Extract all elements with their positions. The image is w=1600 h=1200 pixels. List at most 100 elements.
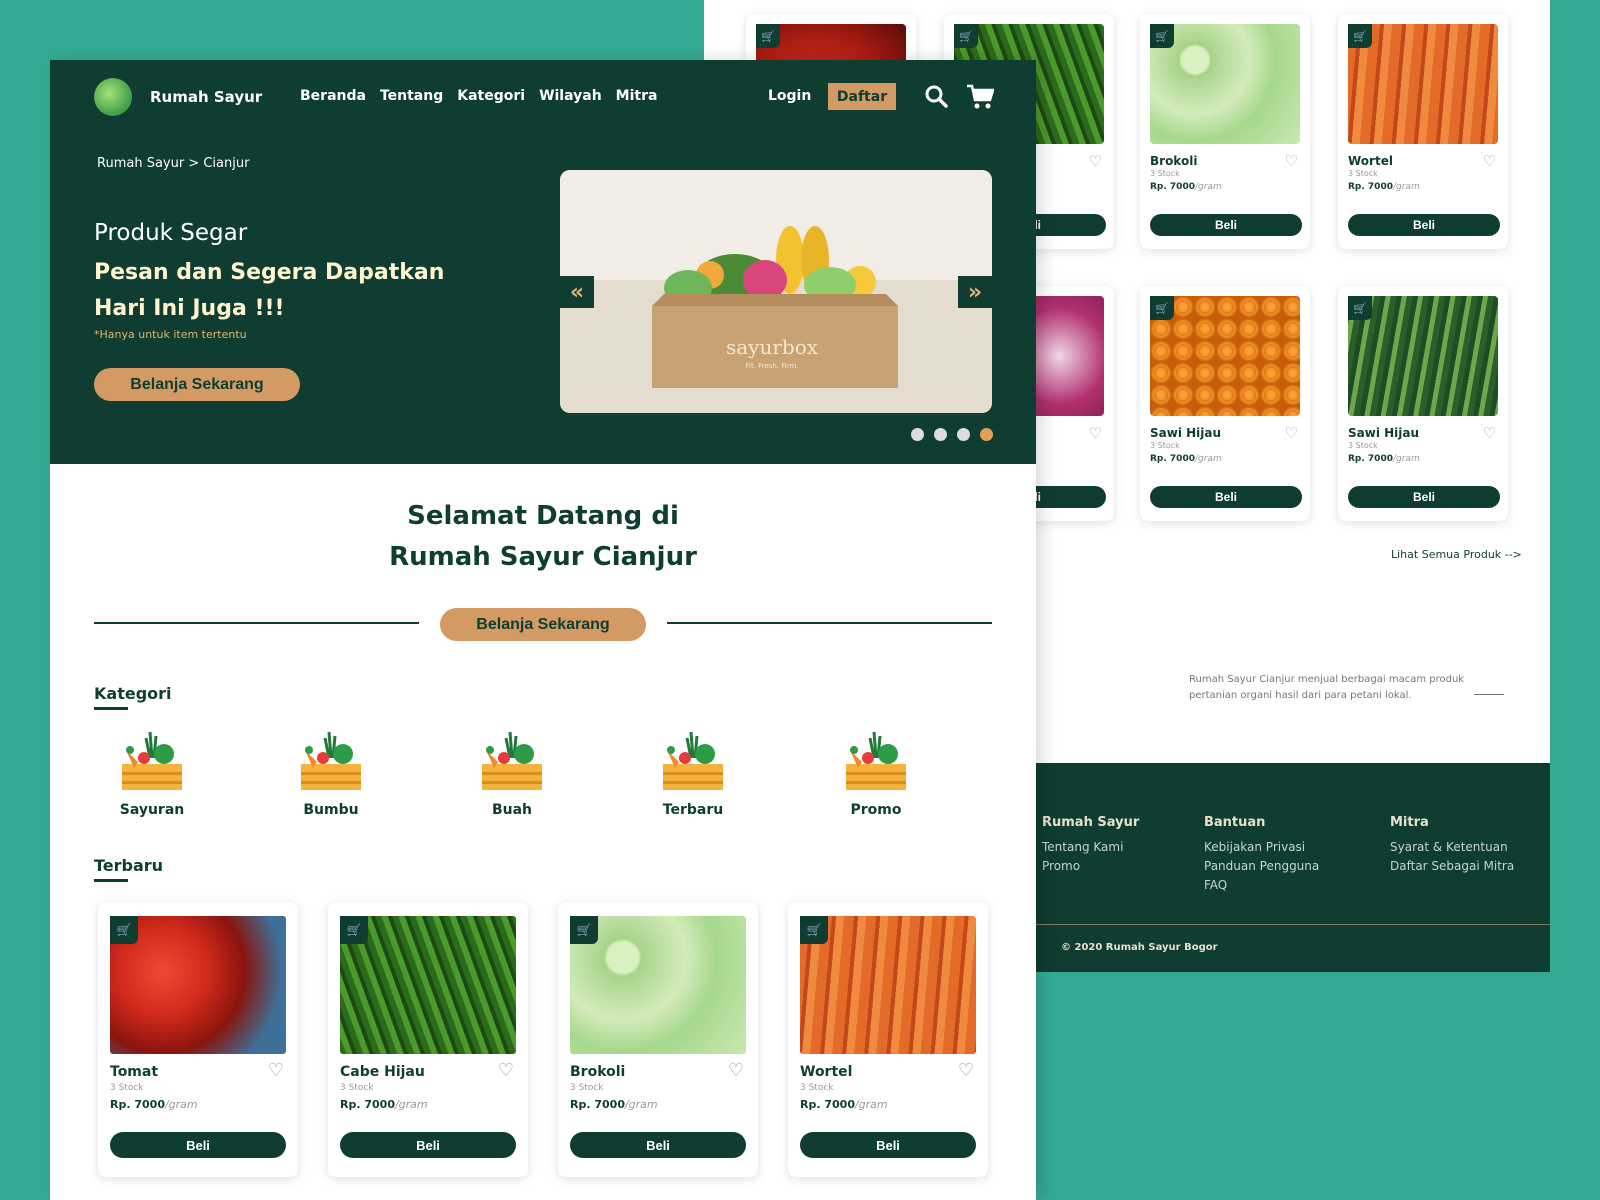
buy-button[interactable]: Beli [110, 1132, 286, 1158]
cabbage-logo-icon[interactable] [94, 78, 132, 116]
vegetable-basket-icon [301, 731, 361, 790]
product-name: Wortel [800, 1064, 853, 1080]
vegetable-basket-icon [482, 731, 542, 790]
buy-button[interactable]: Beli [340, 1132, 516, 1158]
cart-icon[interactable]: 🛒 [1348, 24, 1372, 48]
product-card: 🛒 Wortel 3 Stock Rp. 7000/gram ♡ Beli [1338, 14, 1508, 249]
product-name: Sawi Hijau [1150, 426, 1222, 440]
product-price: Rp. 7000/gram [340, 1098, 428, 1111]
carousel-dot[interactable] [911, 428, 924, 441]
buy-button[interactable]: Beli [800, 1132, 976, 1158]
cart-icon[interactable]: 🛒 [1150, 296, 1174, 320]
cart-icon[interactable]: 🛒 [570, 916, 598, 944]
cart-icon[interactable]: 🛒 [800, 916, 828, 944]
product-name: Brokoli [1150, 154, 1198, 168]
cart-icon[interactable]: 🛒 [1150, 24, 1174, 48]
buy-button[interactable]: Beli [1150, 486, 1302, 508]
carousel-next-button[interactable]: » [958, 276, 992, 308]
product-price: Rp. 7000/gram [800, 1098, 888, 1111]
category-terbaru[interactable]: Terbaru [638, 728, 748, 818]
product-name: Brokoli [570, 1064, 626, 1080]
product-price: Rp. 7000/gram [1150, 182, 1222, 192]
cart-icon[interactable]: 🛒 [110, 916, 138, 944]
buy-button[interactable]: Beli [1348, 486, 1500, 508]
footer-link[interactable]: Promo [1042, 857, 1139, 876]
heart-icon[interactable]: ♡ [1483, 424, 1496, 442]
carousel-dots [911, 428, 993, 441]
cart-icon[interactable]: 🛒 [954, 24, 978, 48]
footer-link[interactable]: Syarat & Ketentuan [1390, 838, 1514, 857]
buy-button[interactable]: Beli [1348, 214, 1500, 236]
latest-section-title: Terbaru [94, 856, 163, 882]
box-label: sayurbox [726, 335, 819, 359]
breadcrumb[interactable]: Rumah Sayur > Cianjur [97, 156, 249, 171]
welcome-heading: Selamat Datang di Rumah Sayur Cianjur [50, 496, 1036, 578]
vegetable-basket-icon [122, 731, 182, 790]
brand-name[interactable]: Rumah Sayur [150, 88, 262, 106]
buy-button[interactable]: Beli [570, 1132, 746, 1158]
hero-carousel-image: sayurbox Fit. Fresh. Firm. [560, 170, 992, 413]
category-sayuran[interactable]: Sayuran [97, 728, 207, 818]
nav-item-tentang[interactable]: Tentang [380, 88, 443, 104]
heart-icon[interactable]: ♡ [1285, 152, 1298, 170]
heart-icon[interactable]: ♡ [1483, 152, 1496, 170]
heart-icon[interactable]: ♡ [1089, 152, 1102, 170]
vegetable-box-illustration: sayurbox Fit. Fresh. Firm. [560, 170, 992, 413]
category-bumbu[interactable]: Bumbu [276, 728, 386, 818]
heart-icon[interactable]: ♡ [268, 1060, 284, 1081]
carousel-prev-button[interactable]: « [560, 276, 594, 308]
shop-now-button[interactable]: Belanja Sekarang [94, 368, 300, 401]
category-promo[interactable]: Promo [821, 728, 931, 818]
footer-heading: Bantuan [1204, 815, 1266, 830]
heart-icon[interactable]: ♡ [1285, 424, 1298, 442]
footer-heading: Mitra [1390, 815, 1429, 830]
category-buah[interactable]: Buah [457, 728, 567, 818]
register-button[interactable]: Daftar [828, 83, 896, 110]
cart-icon[interactable]: 🛒 [1348, 296, 1372, 320]
see-all-products-link[interactable]: Lihat Semua Produk --> [1391, 548, 1522, 561]
search-icon[interactable] [924, 84, 948, 108]
login-link[interactable]: Login [768, 88, 811, 104]
footer-link[interactable]: Tentang Kami [1042, 838, 1139, 857]
cart-icon[interactable]: 🛒 [756, 24, 780, 48]
carousel-dot[interactable] [934, 428, 947, 441]
buy-button[interactable]: Beli [1150, 214, 1302, 236]
product-price: Rp. 7000/gram [570, 1098, 658, 1111]
heart-icon[interactable]: ♡ [958, 1060, 974, 1081]
nav-item-kategori[interactable]: Kategori [457, 88, 525, 104]
carousel-dot-active[interactable] [980, 428, 993, 441]
nav-item-beranda[interactable]: Beranda [300, 88, 366, 104]
welcome-line-2: Rumah Sayur Cianjur [389, 542, 697, 572]
footer-heading: Rumah Sayur [1042, 815, 1140, 830]
footer-link[interactable]: Panduan Pengguna [1204, 857, 1319, 876]
product-card: 🛒 Sawi Hijau 3 Stock Rp. 7000/gram ♡ Bel… [1338, 286, 1508, 521]
heart-icon[interactable]: ♡ [728, 1060, 744, 1081]
footer-column-partner: Mitra Syarat & Ketentuan Daftar Sebagai … [1390, 815, 1514, 876]
footer-link[interactable]: FAQ [1204, 876, 1319, 895]
copyright: © 2020 Rumah Sayur Bogor [1061, 942, 1218, 953]
product-price: Rp. 7000/gram [110, 1098, 198, 1111]
heart-icon[interactable]: ♡ [1089, 424, 1102, 442]
carousel-dot[interactable] [957, 428, 970, 441]
product-price: Rp. 7000/gram [1348, 182, 1420, 192]
hero-title: Produk Segar [94, 220, 248, 246]
main-page: Rumah Sayur Beranda Tentang Kategori Wil… [50, 60, 1036, 1200]
footer-link[interactable]: Daftar Sebagai Mitra [1390, 857, 1514, 876]
shop-now-button-secondary[interactable]: Belanja Sekarang [440, 608, 646, 641]
footer-link[interactable]: Kebijakan Privasi [1204, 838, 1319, 857]
product-stock: 3 Stock [570, 1083, 604, 1093]
cart-icon[interactable]: 🛒 [340, 916, 368, 944]
divider [94, 622, 419, 624]
product-card: 🛒 Cabe Hijau 3 Stock Rp. 7000/gram ♡ Bel… [328, 902, 528, 1177]
vegetable-basket-icon [663, 731, 723, 790]
nav-item-wilayah[interactable]: Wilayah [539, 88, 602, 104]
product-card: 🛒 Tomat 3 Stock Rp. 7000/gram ♡ Beli [98, 902, 298, 1177]
nav-item-mitra[interactable]: Mitra [616, 88, 658, 104]
cart-icon[interactable] [966, 84, 994, 110]
product-name: Wortel [1348, 154, 1393, 168]
divider [1474, 694, 1504, 695]
heart-icon[interactable]: ♡ [498, 1060, 514, 1081]
category-label: Terbaru [662, 802, 724, 818]
product-card: 🛒 Brokoli 3 Stock Rp. 7000/gram ♡ Beli [1140, 14, 1310, 249]
box-tagline: Fit. Fresh. Firm. [746, 362, 799, 370]
